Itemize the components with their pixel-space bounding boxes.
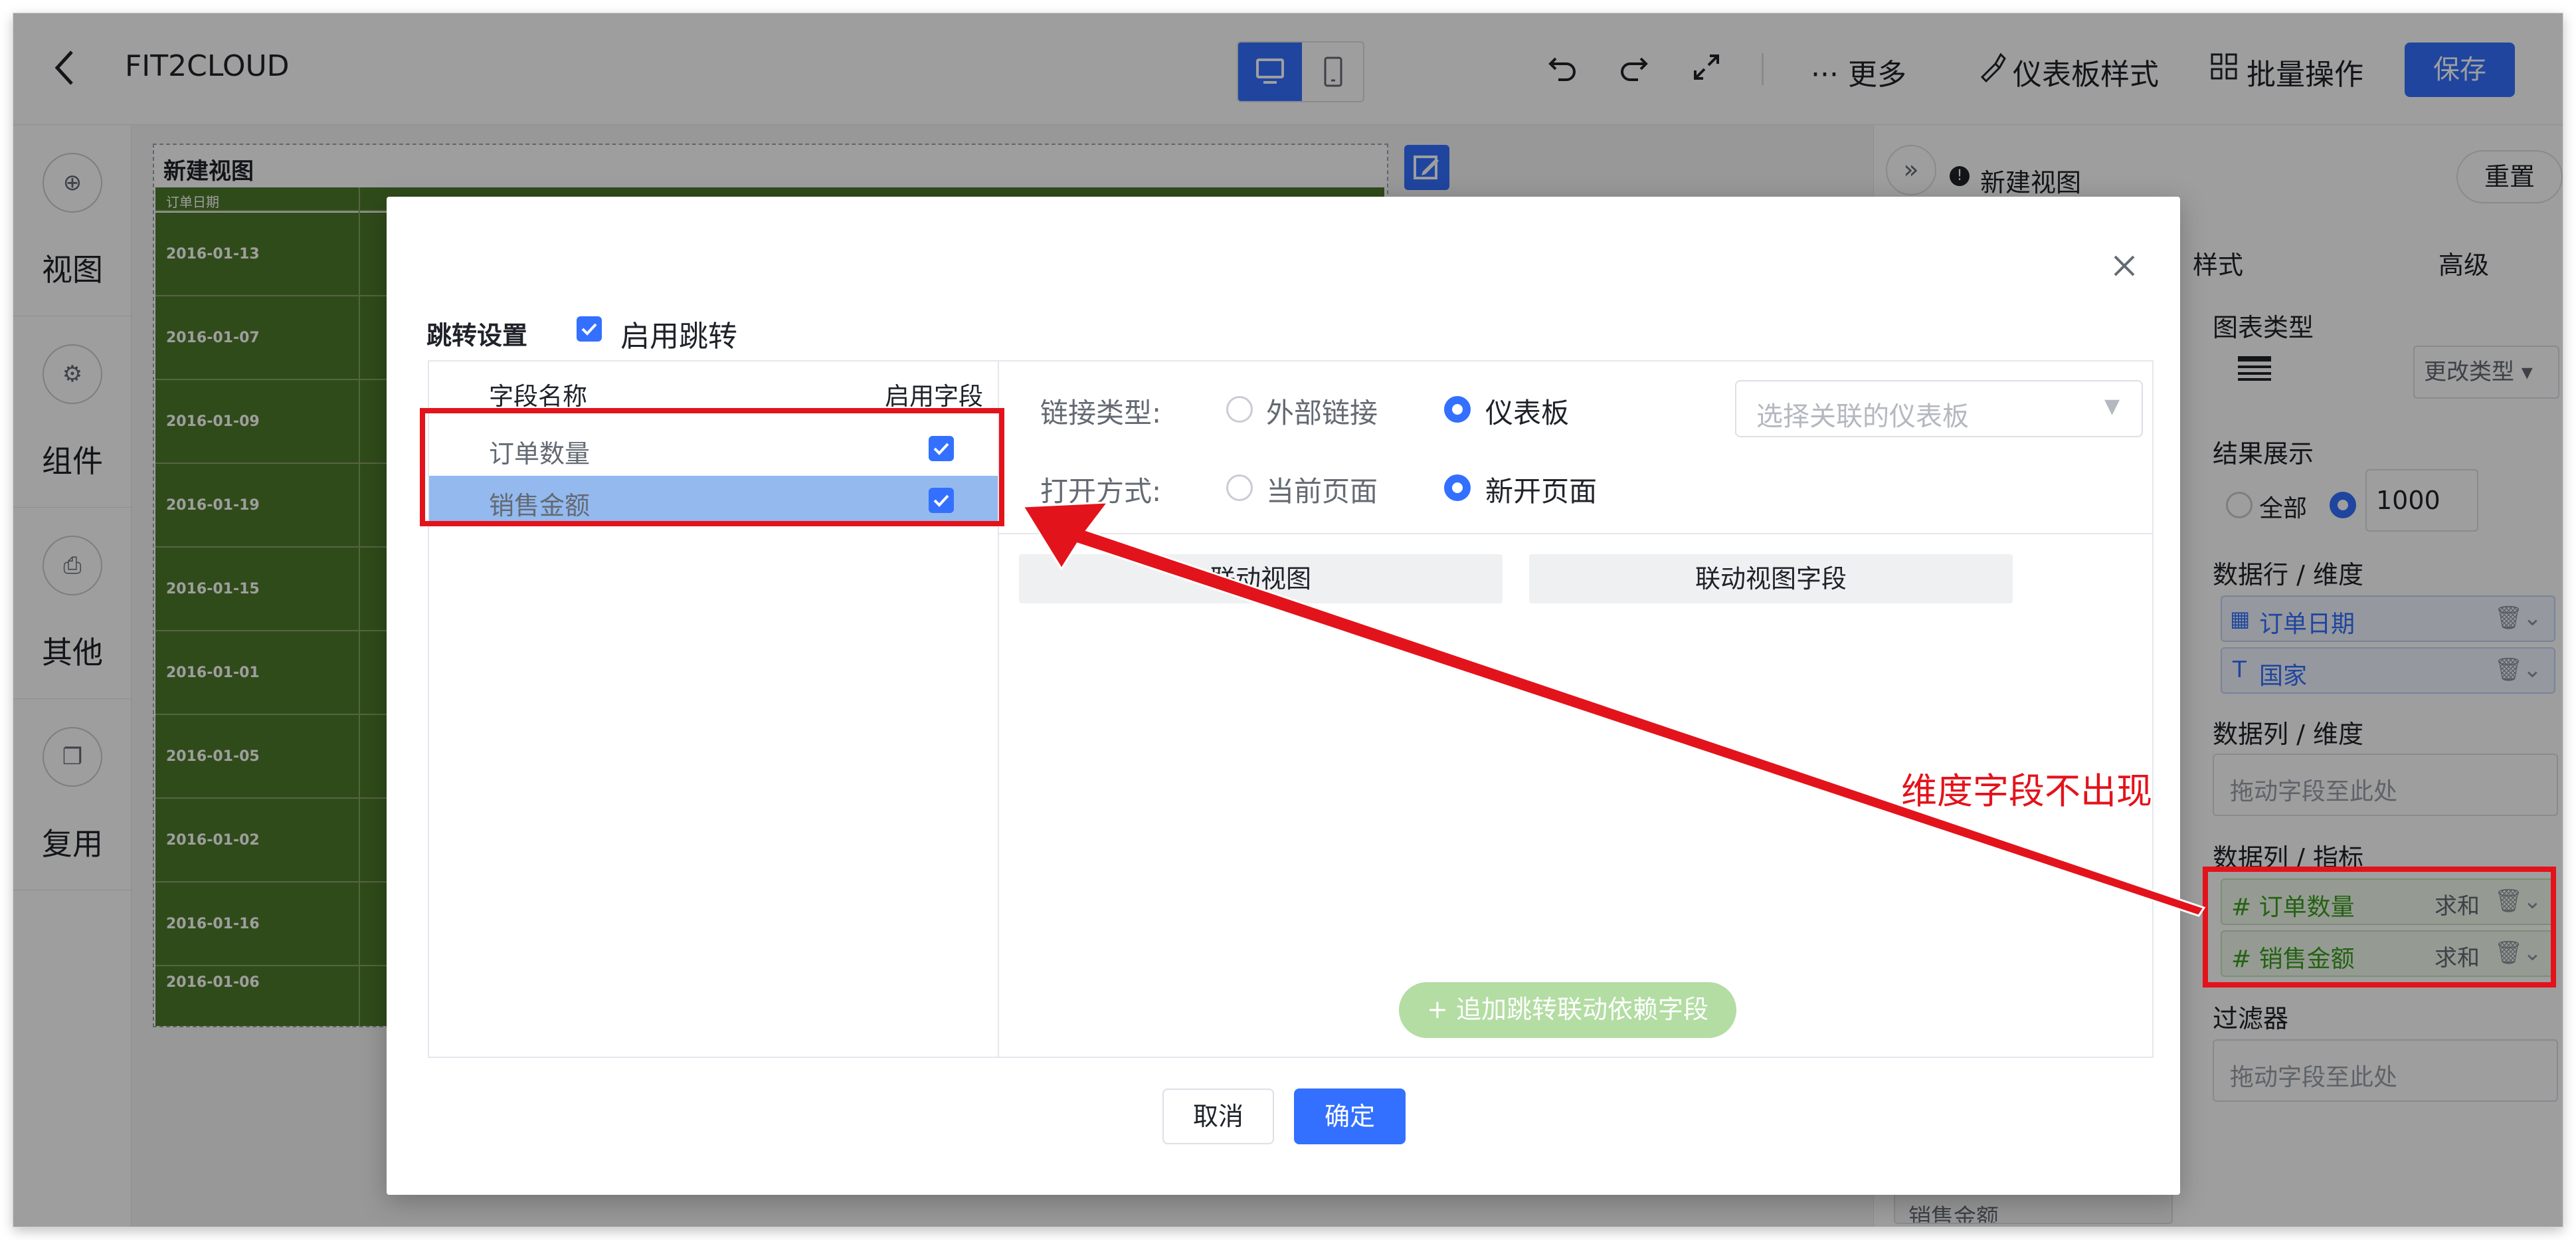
app-window: FIT2CLOUD ··· 更多 仪表板样式 批量操作 保存 ⊕ 视图 ⚙ 组件 bbox=[13, 13, 2563, 1227]
annotation-text: 维度字段不出现 bbox=[1901, 770, 2152, 812]
annotation-arrow bbox=[1021, 501, 2206, 917]
